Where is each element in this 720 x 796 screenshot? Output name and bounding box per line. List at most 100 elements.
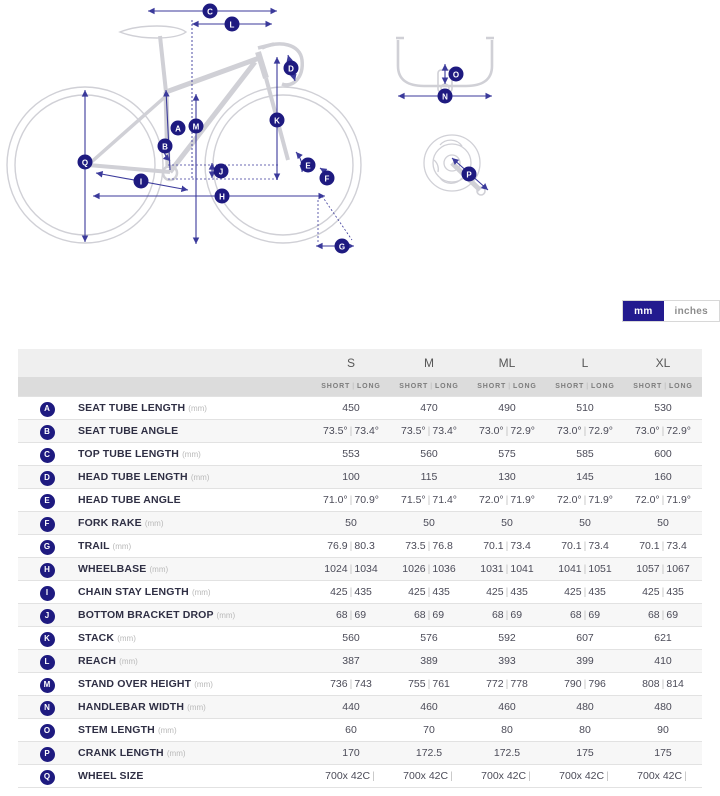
cell-l: 700x 42C | [546,763,624,788]
table-row: I CHAIN STAY LENGTH (mm) 425 | 435 425 | 435 425… [18,579,702,603]
cell-l: 790 | 796 [546,671,624,695]
diagram-marker-C: C [202,3,218,19]
cell-xl: 600 [624,441,702,465]
cell-xl: 90 [624,717,702,741]
table-row: M STAND OVER HEIGHT (mm) 736 | 743 755 | 761 772… [18,671,702,695]
table-row: D HEAD TUBE LENGTH (mm) 100 115 130 145 160 [18,464,702,488]
svg-text:C: C [207,8,213,17]
table-head-sizes: S M ML L XL [18,349,702,377]
cell-xl: 700x 42C | [624,763,702,788]
cell-s: 76.9 | 80.3 [312,533,390,557]
row-badge-cell: H [18,556,76,580]
table-row: K STACK (mm) 560 576 592 607 621 [18,625,702,649]
cell-s: 73.5° | 73.4° [312,418,390,442]
cell-m: 73.5 | 76.8 [390,533,468,557]
cell-s: 700x 42C | [312,763,390,788]
row-label: HANDLEBAR WIDTH (mm) [76,694,312,718]
diagram-marker-L: L [224,16,240,32]
cell-l: 72.0° | 71.9° [546,487,624,511]
cell-l: 1041 | 1051 [546,556,624,580]
cell-xl: 70.1 | 73.4 [624,533,702,557]
svg-text:H: H [219,193,225,202]
head-blank-label [76,349,312,377]
cell-l: 50 [546,510,624,534]
cell-xl: 160 [624,464,702,488]
cell-l: 425 | 435 [546,579,624,603]
table-row: F FORK RAKE (mm) 50 50 50 50 50 [18,510,702,534]
cell-s: 387 [312,648,390,672]
cell-s: 71.0° | 70.9° [312,487,390,511]
cell-s: 170 [312,740,390,764]
cell-ml: 68 | 69 [468,602,546,626]
subheader-l: SHORT | LONG [546,377,624,396]
cell-m: 389 [390,648,468,672]
row-badge-cell: I [18,579,76,603]
cell-m: 576 [390,625,468,649]
cell-s: 60 [312,717,390,741]
table-row: G TRAIL (mm) 76.9 | 80.3 73.5 | 76.8 70.1 | 73.4 70… [18,533,702,557]
row-badge-k: K [39,631,55,647]
row-badge-cell: L [18,648,76,672]
cell-m: 68 | 69 [390,602,468,626]
cell-l: 80 [546,717,624,741]
table-row: L REACH (mm) 387 389 393 399 410 [18,648,702,672]
cell-xl: 621 [624,625,702,649]
cell-ml: 772 | 778 [468,671,546,695]
cell-xl: 1057 | 1067 [624,556,702,580]
row-badge-cell: C [18,441,76,465]
cell-s: 1024 | 1034 [312,556,390,580]
diagram-marker-B: B [157,138,173,154]
cell-l: 480 [546,694,624,718]
cell-xl: 50 [624,510,702,534]
diagram-marker-J: J [213,163,229,179]
row-badge-q: Q [39,769,55,785]
unit-toggle[interactable]: mm inches [622,300,720,322]
cell-s: 425 | 435 [312,579,390,603]
cell-xl: 175 [624,740,702,764]
row-badge-cell: D [18,464,76,488]
column-header-xl: XL [624,349,702,377]
cell-s: 100 [312,464,390,488]
row-label-unit: (mm) [149,564,169,574]
row-badge-cell: N [18,694,76,718]
table-row: C TOP TUBE LENGTH (mm) 553 560 575 585 600 [18,441,702,465]
row-badge-cell: O [18,717,76,741]
svg-text:I: I [140,178,142,187]
svg-text:N: N [442,93,448,102]
table-row: Q WHEEL SIZE 700x 42C | 700x 42C | 700x 42C | 7… [18,763,702,788]
row-label-unit: (mm) [119,656,138,666]
cell-l: 175 [546,740,624,764]
cell-xl: 530 [624,395,702,419]
row-badge-a: A [39,401,55,417]
row-label-unit: (mm) [216,610,236,620]
table-row: B SEAT TUBE ANGLE 73.5° | 73.4° 73.5° | 73.4° 7… [18,418,702,442]
row-label: STEM LENGTH (mm) [76,717,312,741]
row-badge-cell: B [18,418,76,442]
row-badge-cell: A [18,395,76,419]
svg-text:O: O [453,71,459,80]
diagram-marker-D: D [283,60,299,76]
cell-l: 607 [546,625,624,649]
unit-toggle-mm[interactable]: mm [623,301,664,321]
svg-text:L: L [230,21,235,30]
cell-m: 70 [390,717,468,741]
cell-ml: 575 [468,441,546,465]
cell-m: 460 [390,694,468,718]
cell-s: 553 [312,441,390,465]
row-badge-j: J [39,608,55,624]
row-badge-cell: P [18,740,76,764]
table-row: O STEM LENGTH (mm) 60 70 80 80 90 [18,717,702,741]
diagram-marker-Q: Q [77,154,93,170]
cell-xl: 410 [624,648,702,672]
unit-toggle-inches[interactable]: inches [663,301,719,321]
row-badge-l: L [39,654,55,670]
cell-ml: 172.5 [468,740,546,764]
cell-l: 73.0° | 72.9° [546,418,624,442]
svg-text:J: J [219,168,223,177]
row-badge-g: G [39,539,55,555]
row-label: STAND OVER HEIGHT (mm) [76,671,312,695]
cell-ml: 592 [468,625,546,649]
cell-ml: 80 [468,717,546,741]
row-label: CRANK LENGTH (mm) [76,740,312,764]
row-label: STACK (mm) [76,625,312,649]
